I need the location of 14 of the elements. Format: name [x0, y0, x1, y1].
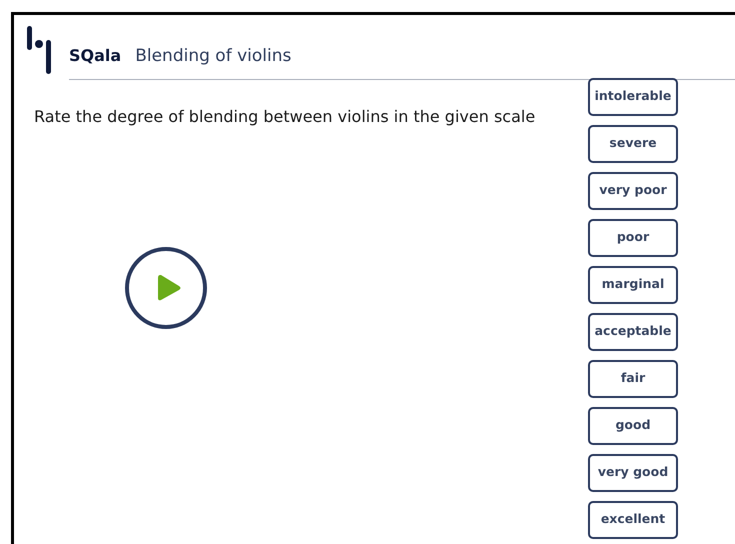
rating-button[interactable]: excellent: [588, 500, 678, 538]
rating-button[interactable]: marginal: [588, 266, 678, 304]
page-title: Blending of violins: [135, 45, 292, 68]
rating-button[interactable]: good: [588, 406, 678, 444]
rating-button[interactable]: very good: [588, 454, 678, 492]
brand-name: SQala: [69, 45, 122, 67]
play-icon: [156, 272, 182, 302]
question-text: Rate the degree of blending between violins in the given scale: [34, 106, 536, 128]
rating-button[interactable]: intolerable: [588, 78, 678, 116]
rating-button[interactable]: fair: [588, 360, 678, 398]
rating-button[interactable]: poor: [588, 218, 678, 256]
rating-button[interactable]: severe: [588, 124, 678, 162]
rating-button[interactable]: acceptable: [588, 312, 678, 350]
rating-button[interactable]: very poor: [588, 172, 678, 210]
